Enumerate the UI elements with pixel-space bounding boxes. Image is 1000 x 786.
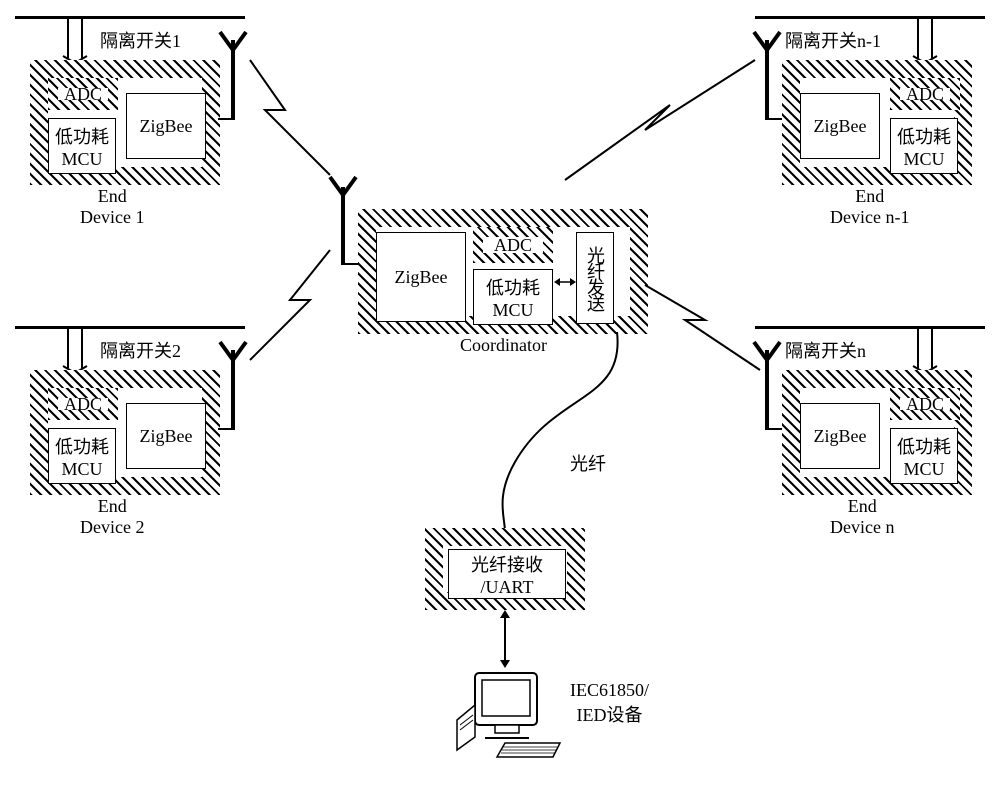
disconnector-2	[60, 328, 90, 373]
mcu-1: 低功耗 MCU	[48, 118, 116, 174]
coord-fiber-tx: 光纤发送	[576, 232, 614, 324]
device-name-1: End Device 1	[80, 186, 144, 228]
zigbee-n1: ZigBee	[800, 93, 880, 159]
end-device-1: ADC 低功耗 MCU ZigBee	[30, 60, 220, 185]
busbar-bl	[15, 326, 245, 329]
antenna-2	[218, 340, 248, 430]
device-name-n1: End Device n-1	[830, 186, 909, 228]
switch-label-1: 隔离开关1	[100, 27, 181, 53]
adc-2: ADC	[48, 388, 118, 420]
end-device-n: ADC 低功耗 MCU ZigBee	[782, 370, 972, 495]
antenna-1	[218, 30, 248, 120]
busbar-tl	[15, 16, 245, 19]
disconnector-n1	[910, 18, 940, 63]
link-dn	[640, 280, 770, 380]
busbar-br	[755, 326, 985, 329]
mcu-2: 低功耗 MCU	[48, 428, 116, 484]
zigbee-n: ZigBee	[800, 403, 880, 469]
coordinator: ZigBee ADC 低功耗 MCU 光纤发送	[358, 209, 648, 334]
end-device-2: ADC 低功耗 MCU ZigBee	[30, 370, 220, 495]
switch-label-2: 隔离开关2	[100, 337, 181, 363]
disconnector-1	[60, 18, 90, 63]
switch-label-n: 隔离开关n	[785, 337, 866, 363]
arrow-receiver-ied	[495, 610, 515, 668]
ied-label: IEC61850/ IED设备	[570, 680, 649, 727]
link-dn1	[560, 55, 760, 185]
adc-1: ADC	[48, 78, 118, 110]
zigbee-1: ZigBee	[126, 93, 206, 159]
ied-computer-icon	[455, 665, 565, 765]
disconnector-n	[910, 328, 940, 373]
fiber-label: 光纤	[570, 450, 606, 476]
receiver-block: 光纤接收 /UART	[448, 549, 566, 599]
zigbee-2: ZigBee	[126, 403, 206, 469]
busbar-tr	[755, 16, 985, 19]
switch-label-n1: 隔离开关n-1	[785, 27, 881, 53]
mcu-n: 低功耗 MCU	[890, 428, 958, 484]
adc-n: ADC	[890, 388, 960, 420]
coord-adc: ADC	[473, 227, 553, 263]
coord-mcu: 低功耗 MCU	[473, 269, 553, 325]
link-d1	[245, 55, 345, 185]
adc-n1: ADC	[890, 78, 960, 110]
end-device-n1: ADC 低功耗 MCU ZigBee	[782, 60, 972, 185]
receiver: 光纤接收 /UART	[425, 528, 585, 610]
mcu-n1: 低功耗 MCU	[890, 118, 958, 174]
link-d2	[245, 245, 345, 365]
fiber-line	[495, 332, 625, 532]
coord-zigbee: ZigBee	[376, 232, 466, 322]
device-name-n: End Device n	[830, 496, 894, 538]
device-name-2: End Device 2	[80, 496, 144, 538]
